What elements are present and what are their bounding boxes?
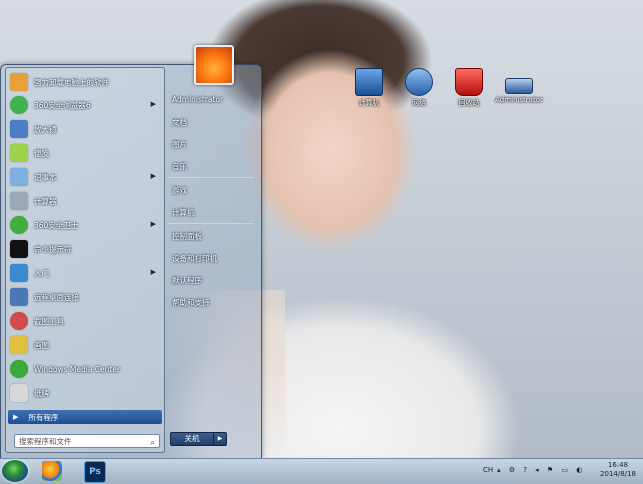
desktop-icon-network[interactable]: 网络 <box>394 68 444 108</box>
paint-icon <box>10 336 28 354</box>
desktop-icon-administrator[interactable]: Administrator <box>494 68 544 104</box>
program-item-360-browser[interactable]: 360安全浏览器6 ▶ <box>6 94 162 116</box>
program-item-sticky-notes[interactable]: 便笺 <box>6 142 162 164</box>
start-link-computer[interactable]: 计算机 <box>172 207 195 218</box>
browser-icon <box>10 96 28 114</box>
desktop-icon-label: 计算机 <box>358 99 380 107</box>
user-folder-icon <box>505 78 533 94</box>
user-avatar[interactable] <box>194 45 234 85</box>
start-link-music[interactable]: 音乐 <box>172 161 187 172</box>
program-label: 纸牌 <box>34 388 49 398</box>
notepad-icon <box>10 168 28 186</box>
network-icon <box>405 68 433 96</box>
start-link-help-support[interactable]: 帮助和支持 <box>172 297 210 308</box>
search-placeholder: 搜索程序和文件 <box>19 437 72 446</box>
media-center-icon <box>10 360 28 378</box>
all-programs-label: 所有程序 <box>28 412 59 422</box>
submenu-arrow-icon[interactable]: ▶ <box>151 172 156 180</box>
program-item-paint[interactable]: 画图 <box>6 334 162 356</box>
program-item-getting-started[interactable]: 入门 ▶ <box>6 262 162 284</box>
program-label: 360安全卫士 <box>34 220 79 230</box>
desktop-icon-computer[interactable]: 计算机 <box>344 68 394 108</box>
program-item-remote-desktop[interactable]: 远程桌面连接 <box>6 286 162 308</box>
program-label: 计算器 <box>34 196 57 206</box>
explorer-icon[interactable] <box>42 461 62 481</box>
start-menu: 强力卸载电脑上的软件 360安全浏览器6 ▶ 放大镜 便笺 记事本 ▶ 计算器 … <box>0 64 262 459</box>
start-link-control-panel[interactable]: 控制面板 <box>172 231 202 242</box>
start-link-documents[interactable]: 文档 <box>172 117 187 128</box>
program-label: 360安全浏览器6 <box>34 100 91 110</box>
calculator-icon <box>10 192 28 210</box>
computer-icon <box>355 68 383 96</box>
program-item-360-security[interactable]: 360安全卫士 ▶ <box>6 214 162 236</box>
program-label: 记事本 <box>34 172 57 182</box>
solitaire-icon <box>10 384 28 402</box>
photoshop-icon[interactable]: Ps <box>84 461 106 483</box>
security-guard-icon <box>10 216 28 234</box>
program-item-magnifier[interactable]: 放大镜 <box>6 118 162 140</box>
program-label: 命令提示符 <box>34 244 72 254</box>
clock-time: 16:48 <box>607 461 629 469</box>
sticky-notes-icon <box>10 144 28 162</box>
program-item-solitaire[interactable]: 纸牌 <box>6 382 162 404</box>
triangle-right-icon: ▶ <box>13 413 19 421</box>
taskbar-clock[interactable]: 16:48 2014/8/18 <box>598 461 638 479</box>
system-tray-icons[interactable]: ▴ ⚙ ? ◂ ⚑ ▭ ◐ <box>497 466 585 474</box>
desktop-icon-label: 回收站 <box>458 99 480 107</box>
program-label: 截图工具 <box>34 316 64 326</box>
uninstall-icon <box>10 73 28 91</box>
start-link-administrator[interactable]: Administrator <box>172 95 223 104</box>
program-item-snipping-tool[interactable]: 截图工具 <box>6 310 162 332</box>
shutdown-button[interactable]: 关机 <box>170 432 214 446</box>
shutdown-options-arrow-icon[interactable]: ▶ <box>213 432 227 446</box>
all-programs-button[interactable]: ▶ 所有程序 <box>8 410 162 424</box>
desktop-icon-label: 网络 <box>412 99 426 107</box>
remote-desktop-icon <box>10 288 28 306</box>
program-label: 便笺 <box>34 148 49 158</box>
clock-date: 2014/8/18 <box>600 470 636 478</box>
magnifier-icon <box>10 120 28 138</box>
start-menu-programs-pane: 强力卸载电脑上的软件 360安全浏览器6 ▶ 放大镜 便笺 记事本 ▶ 计算器 … <box>5 67 165 453</box>
submenu-arrow-icon[interactable]: ▶ <box>151 268 156 276</box>
program-item-calculator[interactable]: 计算器 <box>6 190 162 212</box>
start-link-devices-printers[interactable]: 设备和打印机 <box>172 253 217 264</box>
program-label: 远程桌面连接 <box>34 292 79 302</box>
program-item-notepad[interactable]: 记事本 ▶ <box>6 166 162 188</box>
submenu-arrow-icon[interactable]: ▶ <box>151 220 156 228</box>
start-link-default-programs[interactable]: 默认程序 <box>172 275 202 286</box>
program-label: 放大镜 <box>34 124 57 134</box>
program-label: 画图 <box>34 340 49 350</box>
program-label: Windows Media Center <box>34 364 121 374</box>
command-prompt-icon <box>10 240 28 258</box>
search-icon[interactable]: ⌕ <box>151 436 155 450</box>
recycle-bin-icon <box>455 68 483 96</box>
language-indicator[interactable]: CH <box>483 466 493 474</box>
submenu-arrow-icon[interactable]: ▶ <box>151 100 156 108</box>
snipping-tool-icon <box>10 312 28 330</box>
start-link-games[interactable]: 游戏 <box>172 185 187 196</box>
program-label: 强力卸载电脑上的软件 <box>34 77 109 87</box>
program-item-uninstaller[interactable]: 强力卸载电脑上的软件 <box>6 71 162 93</box>
program-item-media-center[interactable]: Windows Media Center <box>6 358 162 380</box>
separator <box>168 223 254 224</box>
program-item-command-prompt[interactable]: 命令提示符 <box>6 238 162 260</box>
separator <box>168 177 254 178</box>
desktop-icon-label: Administrator <box>495 96 543 104</box>
start-link-pictures[interactable]: 图片 <box>172 139 187 150</box>
getting-started-icon <box>10 264 28 282</box>
desktop-icon-recycle-bin[interactable]: 回收站 <box>444 68 494 108</box>
start-button-icon[interactable] <box>2 460 28 482</box>
start-search-input[interactable]: 搜索程序和文件 ⌕ <box>14 434 160 448</box>
program-label: 入门 <box>34 268 49 278</box>
